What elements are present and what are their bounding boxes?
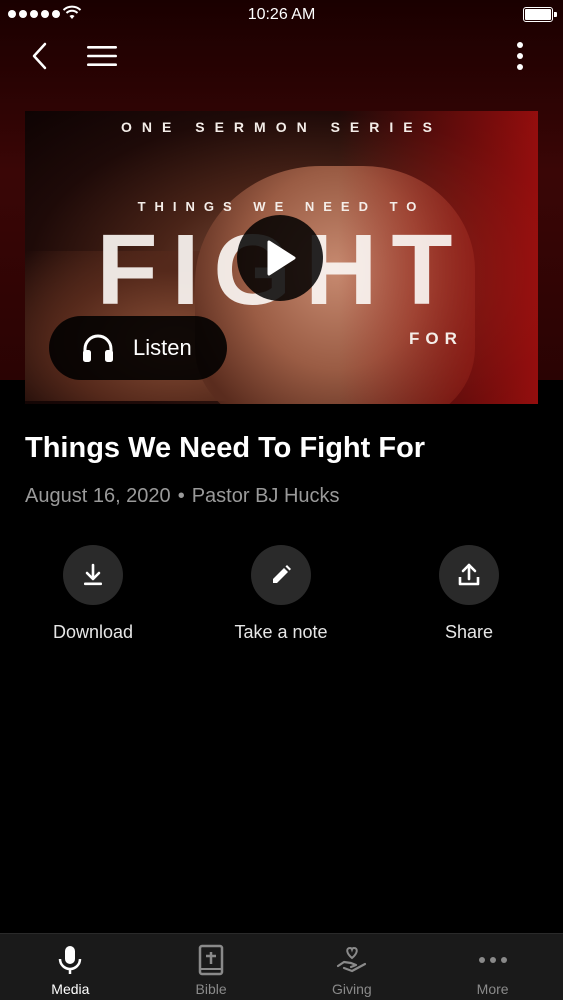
back-button[interactable] bbox=[20, 36, 60, 76]
giving-hand-icon bbox=[335, 943, 369, 977]
more-options-button[interactable] bbox=[500, 36, 540, 76]
artwork-subtitle-text: THINGS WE NEED TO bbox=[137, 199, 426, 214]
bible-icon bbox=[194, 943, 228, 977]
tab-more-label: More bbox=[476, 981, 509, 997]
headphones-icon bbox=[81, 331, 115, 365]
battery-icon bbox=[523, 7, 557, 22]
share-label: Share bbox=[444, 622, 494, 642]
sermon-meta: August 16, 2020 • Pastor BJ Hucks bbox=[25, 485, 340, 508]
share-icon bbox=[458, 563, 480, 586]
tab-bar: Media Bible Giving More bbox=[0, 933, 563, 1000]
sermon-artwork: ONE SERMON SERIES THINGS WE NEED TO FIGH… bbox=[25, 111, 538, 404]
listen-button[interactable]: Listen bbox=[49, 316, 227, 380]
download-label: Download bbox=[52, 622, 134, 642]
more-dots-icon bbox=[476, 943, 510, 977]
play-button[interactable] bbox=[237, 215, 323, 301]
tab-more[interactable]: More bbox=[422, 934, 563, 1000]
download-button[interactable]: Download bbox=[18, 545, 168, 643]
take-note-button[interactable]: Take a note bbox=[206, 545, 356, 643]
take-note-label: Take a note bbox=[234, 622, 328, 642]
vertical-ellipsis-icon bbox=[517, 42, 523, 70]
artwork-series-text: ONE SERMON SERIES bbox=[121, 119, 442, 135]
sermon-title: Things We Need To Fight For bbox=[25, 432, 426, 464]
hamburger-icon bbox=[87, 46, 117, 66]
pencil-icon bbox=[273, 565, 291, 583]
tab-media-label: Media bbox=[51, 981, 90, 997]
tab-bible[interactable]: Bible bbox=[141, 934, 282, 1000]
meta-separator: • bbox=[177, 485, 185, 507]
artwork-for-text: FOR bbox=[409, 329, 463, 348]
sermon-speaker: Pastor BJ Hucks bbox=[191, 485, 340, 507]
play-icon bbox=[267, 240, 296, 276]
tab-giving[interactable]: Giving bbox=[282, 934, 423, 1000]
tab-giving-label: Giving bbox=[332, 981, 372, 997]
listen-label: Listen bbox=[133, 335, 192, 360]
tab-media[interactable]: Media bbox=[0, 934, 141, 1000]
chevron-left-icon bbox=[32, 42, 47, 70]
download-icon bbox=[84, 563, 102, 586]
menu-button[interactable] bbox=[82, 36, 122, 76]
status-time: 10:26 AM bbox=[247, 6, 316, 23]
share-button[interactable]: Share bbox=[394, 545, 544, 643]
tab-bible-label: Bible bbox=[195, 981, 227, 997]
status-bar: 10:26 AM bbox=[0, 0, 563, 30]
microphone-icon bbox=[53, 943, 87, 977]
sermon-date: August 16, 2020 bbox=[25, 485, 171, 507]
